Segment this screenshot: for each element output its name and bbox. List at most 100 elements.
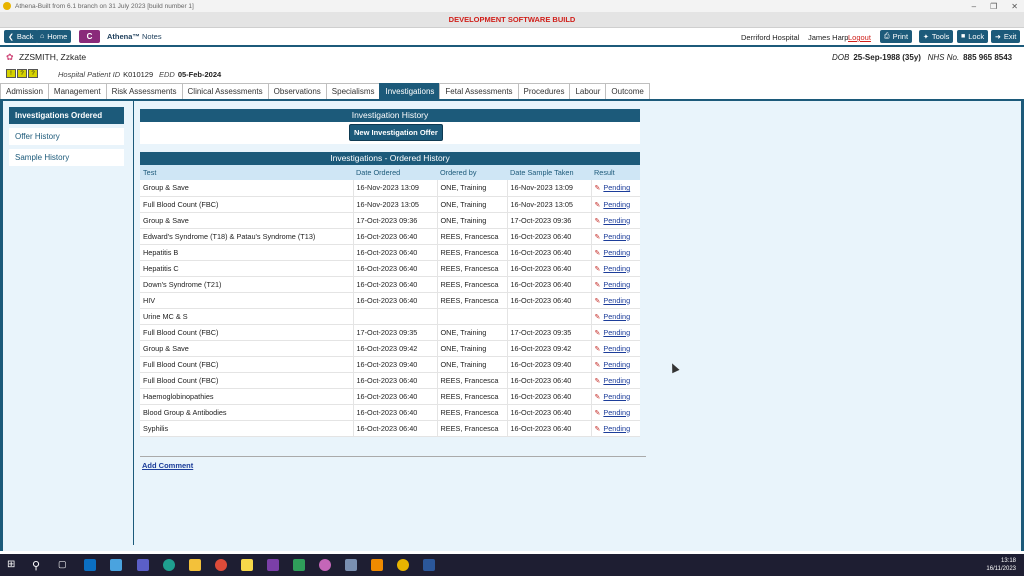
app-icon[interactable] [110, 559, 122, 571]
table-row[interactable]: Edward's Syndrome (T18) & Patau's Syndro… [140, 228, 640, 245]
table-row[interactable]: HIV 16-Oct-2023 06:40 REES, Francesca 16-Oc… [140, 292, 640, 309]
add-comment-link[interactable]: Add Comment [142, 461, 193, 470]
outlook-icon[interactable] [84, 559, 96, 571]
athena-icon[interactable] [397, 559, 409, 571]
pencil-icon[interactable]: ✎ [595, 282, 601, 289]
pencil-icon[interactable]: ✎ [595, 250, 601, 257]
pending-link[interactable]: Pending [603, 392, 630, 401]
column-header[interactable]: Ordered by [437, 165, 507, 180]
table-row[interactable]: Group & Save 17-Oct-2023 09:36 ONE, Traini… [140, 212, 640, 229]
table-row[interactable]: Full Blood Count (FBC) 17-Oct-2023 09:35 O… [140, 324, 640, 341]
pending-link[interactable]: Pending [603, 424, 630, 433]
search-icon[interactable]: ⚲ [32, 559, 44, 572]
pending-link[interactable]: Pending [603, 296, 630, 305]
sidebar-item-investigations-ordered[interactable]: Investigations Ordered [9, 107, 124, 124]
home-button[interactable]: ⌂ Home [36, 30, 72, 43]
app-icon[interactable] [293, 559, 305, 571]
table-row[interactable]: Hepatitis C 16-Oct-2023 06:40 REES, France… [140, 260, 640, 277]
pending-link[interactable]: Pending [603, 344, 630, 353]
table-row[interactable]: Syphilis 16-Oct-2023 06:40 REES, Francesca… [140, 420, 640, 437]
pending-link[interactable]: Pending [603, 264, 630, 273]
print-button[interactable]: ⎙ Print [880, 30, 913, 43]
c-button[interactable]: C [79, 30, 100, 43]
column-header[interactable]: Result [591, 165, 640, 180]
sidebar-item-sample-history[interactable]: Sample History [9, 149, 124, 166]
pending-link[interactable]: Pending [603, 328, 630, 337]
table-row[interactable]: Full Blood Count (FBC) 16-Oct-2023 09:40 O… [140, 356, 640, 373]
alert-flag-icon[interactable]: ! [6, 69, 16, 78]
app-icon[interactable] [345, 559, 357, 571]
column-header[interactable]: Date Sample Taken [507, 165, 591, 180]
windows-start-icon[interactable]: ⊞ [7, 559, 19, 571]
tab-outcome[interactable]: Outcome [605, 83, 650, 99]
table-row[interactable]: Full Blood Count (FBC) 16-Oct-2023 06:40 R… [140, 372, 640, 389]
pencil-icon[interactable]: ✎ [595, 426, 601, 433]
tab-observations[interactable]: Observations [267, 83, 327, 99]
edge-icon[interactable] [163, 559, 175, 571]
minimize-icon[interactable]: – [972, 2, 976, 11]
table-row[interactable]: Down's Syndrome (T21) 16-Oct-2023 06:40 RE… [140, 276, 640, 293]
tab-specialisms[interactable]: Specialisms [325, 83, 381, 99]
table-row[interactable]: Urine MC & S ✎ Pending [140, 308, 640, 325]
sticky-notes-icon[interactable] [241, 559, 253, 571]
pencil-icon[interactable]: ✎ [595, 362, 601, 369]
table-row[interactable]: Haemoglobinopathies 16-Oct-2023 06:40 REES… [140, 388, 640, 405]
tools-button[interactable]: ✦ Tools [919, 30, 954, 43]
tab-risk-assessments[interactable]: Risk Assessments [105, 83, 183, 99]
sidebar-item-offer-history[interactable]: Offer History [9, 128, 124, 145]
pending-link[interactable]: Pending [603, 280, 630, 289]
tab-fetal-assessments[interactable]: Fetal Assessments [439, 83, 519, 99]
table-row[interactable]: Hepatitis B 16-Oct-2023 06:40 REES, France… [140, 244, 640, 261]
alert-flag-icon[interactable]: ? [28, 69, 38, 78]
system-clock[interactable]: 13:18 16/11/2023 [986, 557, 1016, 573]
app-icon[interactable] [319, 559, 331, 571]
pencil-icon[interactable]: ✎ [595, 266, 601, 273]
file-explorer-icon[interactable] [189, 559, 201, 571]
tab-admission[interactable]: Admission [0, 83, 49, 99]
pending-link[interactable]: Pending [603, 183, 630, 192]
pending-link[interactable]: Pending [603, 200, 630, 209]
pending-link[interactable]: Pending [603, 248, 630, 257]
pencil-icon[interactable]: ✎ [595, 202, 601, 209]
lock-button[interactable]: ■ Lock [957, 30, 989, 43]
pencil-icon[interactable]: ✎ [595, 378, 601, 385]
vlc-icon[interactable] [371, 559, 383, 571]
pencil-icon[interactable]: ✎ [595, 185, 601, 192]
table-row[interactable]: Group & Save 16-Nov-2023 13:09 ONE, Traini… [140, 180, 640, 197]
pencil-icon[interactable]: ✎ [595, 298, 601, 305]
tab-labour[interactable]: Labour [569, 83, 607, 99]
chrome-icon[interactable] [215, 559, 227, 571]
pencil-icon[interactable]: ✎ [595, 314, 601, 321]
restore-icon[interactable]: ❐ [990, 2, 997, 11]
logout-link[interactable]: Logout [848, 33, 871, 42]
pencil-icon[interactable]: ✎ [595, 330, 601, 337]
task-view-icon[interactable]: ▢ [58, 559, 70, 571]
tab-clinical-assessments[interactable]: Clinical Assessments [181, 83, 269, 99]
table-row[interactable]: Blood Group & Antibodies 16-Oct-2023 06:4… [140, 404, 640, 421]
pending-link[interactable]: Pending [603, 232, 630, 241]
pending-link[interactable]: Pending [603, 408, 630, 417]
pending-link[interactable]: Pending [603, 376, 630, 385]
pencil-icon[interactable]: ✎ [595, 218, 601, 225]
pending-link[interactable]: Pending [603, 216, 630, 225]
pencil-icon[interactable]: ✎ [595, 346, 601, 353]
pencil-icon[interactable]: ✎ [595, 410, 601, 417]
back-button[interactable]: ❮ Back [4, 30, 38, 43]
pending-link[interactable]: Pending [603, 312, 630, 321]
pencil-icon[interactable]: ✎ [595, 394, 601, 401]
tab-investigations[interactable]: Investigations [379, 83, 441, 99]
tab-procedures[interactable]: Procedures [517, 83, 571, 99]
tab-management[interactable]: Management [47, 83, 107, 99]
table-row[interactable]: Group & Save 16-Oct-2023 09:42 ONE, Traini… [140, 340, 640, 357]
pencil-icon[interactable]: ✎ [595, 234, 601, 241]
new-investigation-offer-button[interactable]: New Investigation Offer [349, 124, 443, 141]
word-icon[interactable] [423, 559, 435, 571]
table-row[interactable]: Full Blood Count (FBC) 16-Nov-2023 13:05 O… [140, 196, 640, 213]
column-header[interactable]: Date Ordered [353, 165, 437, 180]
alert-flag-icon[interactable]: ? [17, 69, 27, 78]
onenote-icon[interactable] [267, 559, 279, 571]
column-header[interactable]: Test [140, 165, 353, 180]
exit-button[interactable]: ➜ Exit [991, 30, 1021, 43]
close-icon[interactable]: ✕ [1011, 2, 1018, 11]
pending-link[interactable]: Pending [603, 360, 630, 369]
